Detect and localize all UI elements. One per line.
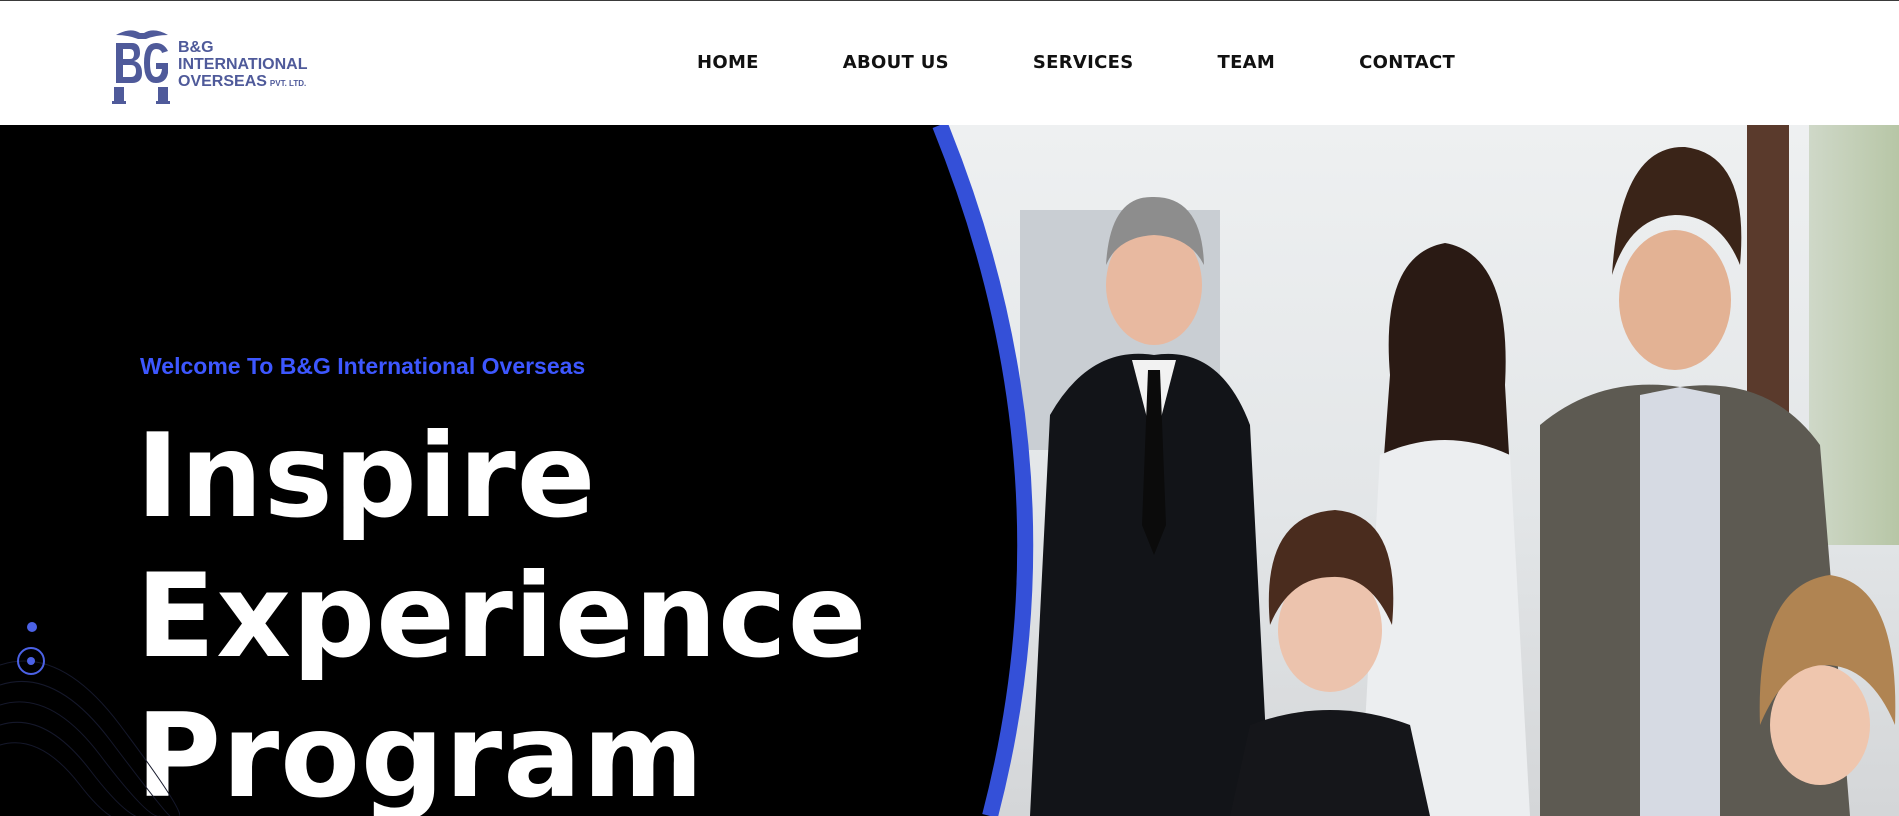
logo-line-3: OVERSEAS PVT. LTD.	[178, 73, 307, 92]
logo-suffix: PVT. LTD.	[269, 78, 307, 88]
slider-dot[interactable]	[27, 622, 37, 632]
logo-emblem-icon	[112, 30, 170, 104]
nav-contact[interactable]: CONTACT	[1359, 52, 1455, 73]
welcome-tagline: Welcome To B&G International Overseas	[140, 353, 586, 379]
hero-section: Welcome To B&G International Overseas In…	[0, 125, 1899, 816]
logo-wordmark: B&G INTERNATIONAL OVERSEAS PVT. LTD.	[178, 39, 307, 92]
logo-line-2: INTERNATIONAL	[178, 55, 308, 73]
logo-line-3-text: OVERSEAS	[178, 72, 267, 90]
headline-line-2: Experience	[136, 549, 868, 684]
logo-line-1: B&G	[178, 38, 214, 56]
nav-services[interactable]: SERVICES	[1033, 52, 1134, 73]
slider-dot-active[interactable]	[17, 647, 45, 675]
nav-about-us[interactable]: ABOUT US	[843, 52, 949, 73]
nav-team[interactable]: TEAM	[1218, 52, 1276, 73]
decorative-wave-lines	[0, 660, 180, 816]
site-header: B&G INTERNATIONAL OVERSEAS PVT. LTD. HOME…	[0, 1, 1899, 125]
nav-home[interactable]: HOME	[697, 52, 759, 73]
headline-line-3: Program	[136, 689, 705, 816]
hero-headline: Inspire Experience Program	[136, 407, 867, 816]
main-nav: HOME ABOUT US SERVICES TEAM CONTACT	[697, 52, 1455, 73]
page: B&G INTERNATIONAL OVERSEAS PVT. LTD. HOME…	[0, 0, 1899, 816]
company-logo[interactable]: B&G INTERNATIONAL OVERSEAS PVT. LTD.	[110, 25, 310, 105]
headline-line-1: Inspire	[136, 409, 597, 544]
